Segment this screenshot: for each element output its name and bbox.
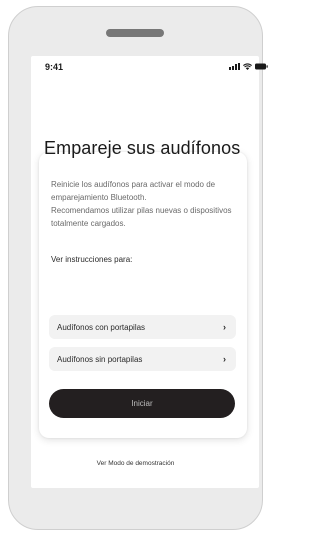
description-line-1: Reinicie los audífonos para activar el m…	[51, 180, 216, 202]
option-with-battery-holder[interactable]: Audífonos con portapilas ›	[49, 315, 236, 339]
description: Reinicie los audífonos para activar el m…	[51, 178, 241, 230]
description-line-2: Recomendamos utilizar pilas nuevas o dis…	[51, 206, 232, 228]
status-time: 9:41	[45, 62, 64, 72]
start-button[interactable]: Iniciar	[49, 389, 235, 418]
chevron-right-icon: ›	[223, 354, 226, 364]
chevron-right-icon: ›	[223, 322, 226, 332]
signal-icon	[229, 63, 240, 70]
option-without-battery-holder[interactable]: Audífonos sin portapilas ›	[49, 347, 236, 371]
battery-icon	[255, 63, 268, 70]
device-speaker	[106, 29, 164, 37]
demo-mode-link[interactable]: Ver Modo de demostración	[0, 460, 271, 467]
instructions-label: Ver instrucciones para:	[51, 255, 133, 264]
wifi-icon	[243, 63, 252, 70]
status-icons	[229, 63, 268, 70]
option-label: Audífonos sin portapilas	[57, 354, 143, 364]
option-label: Audífonos con portapilas	[57, 322, 146, 332]
page-title: Empareje sus audífonos	[44, 138, 241, 158]
